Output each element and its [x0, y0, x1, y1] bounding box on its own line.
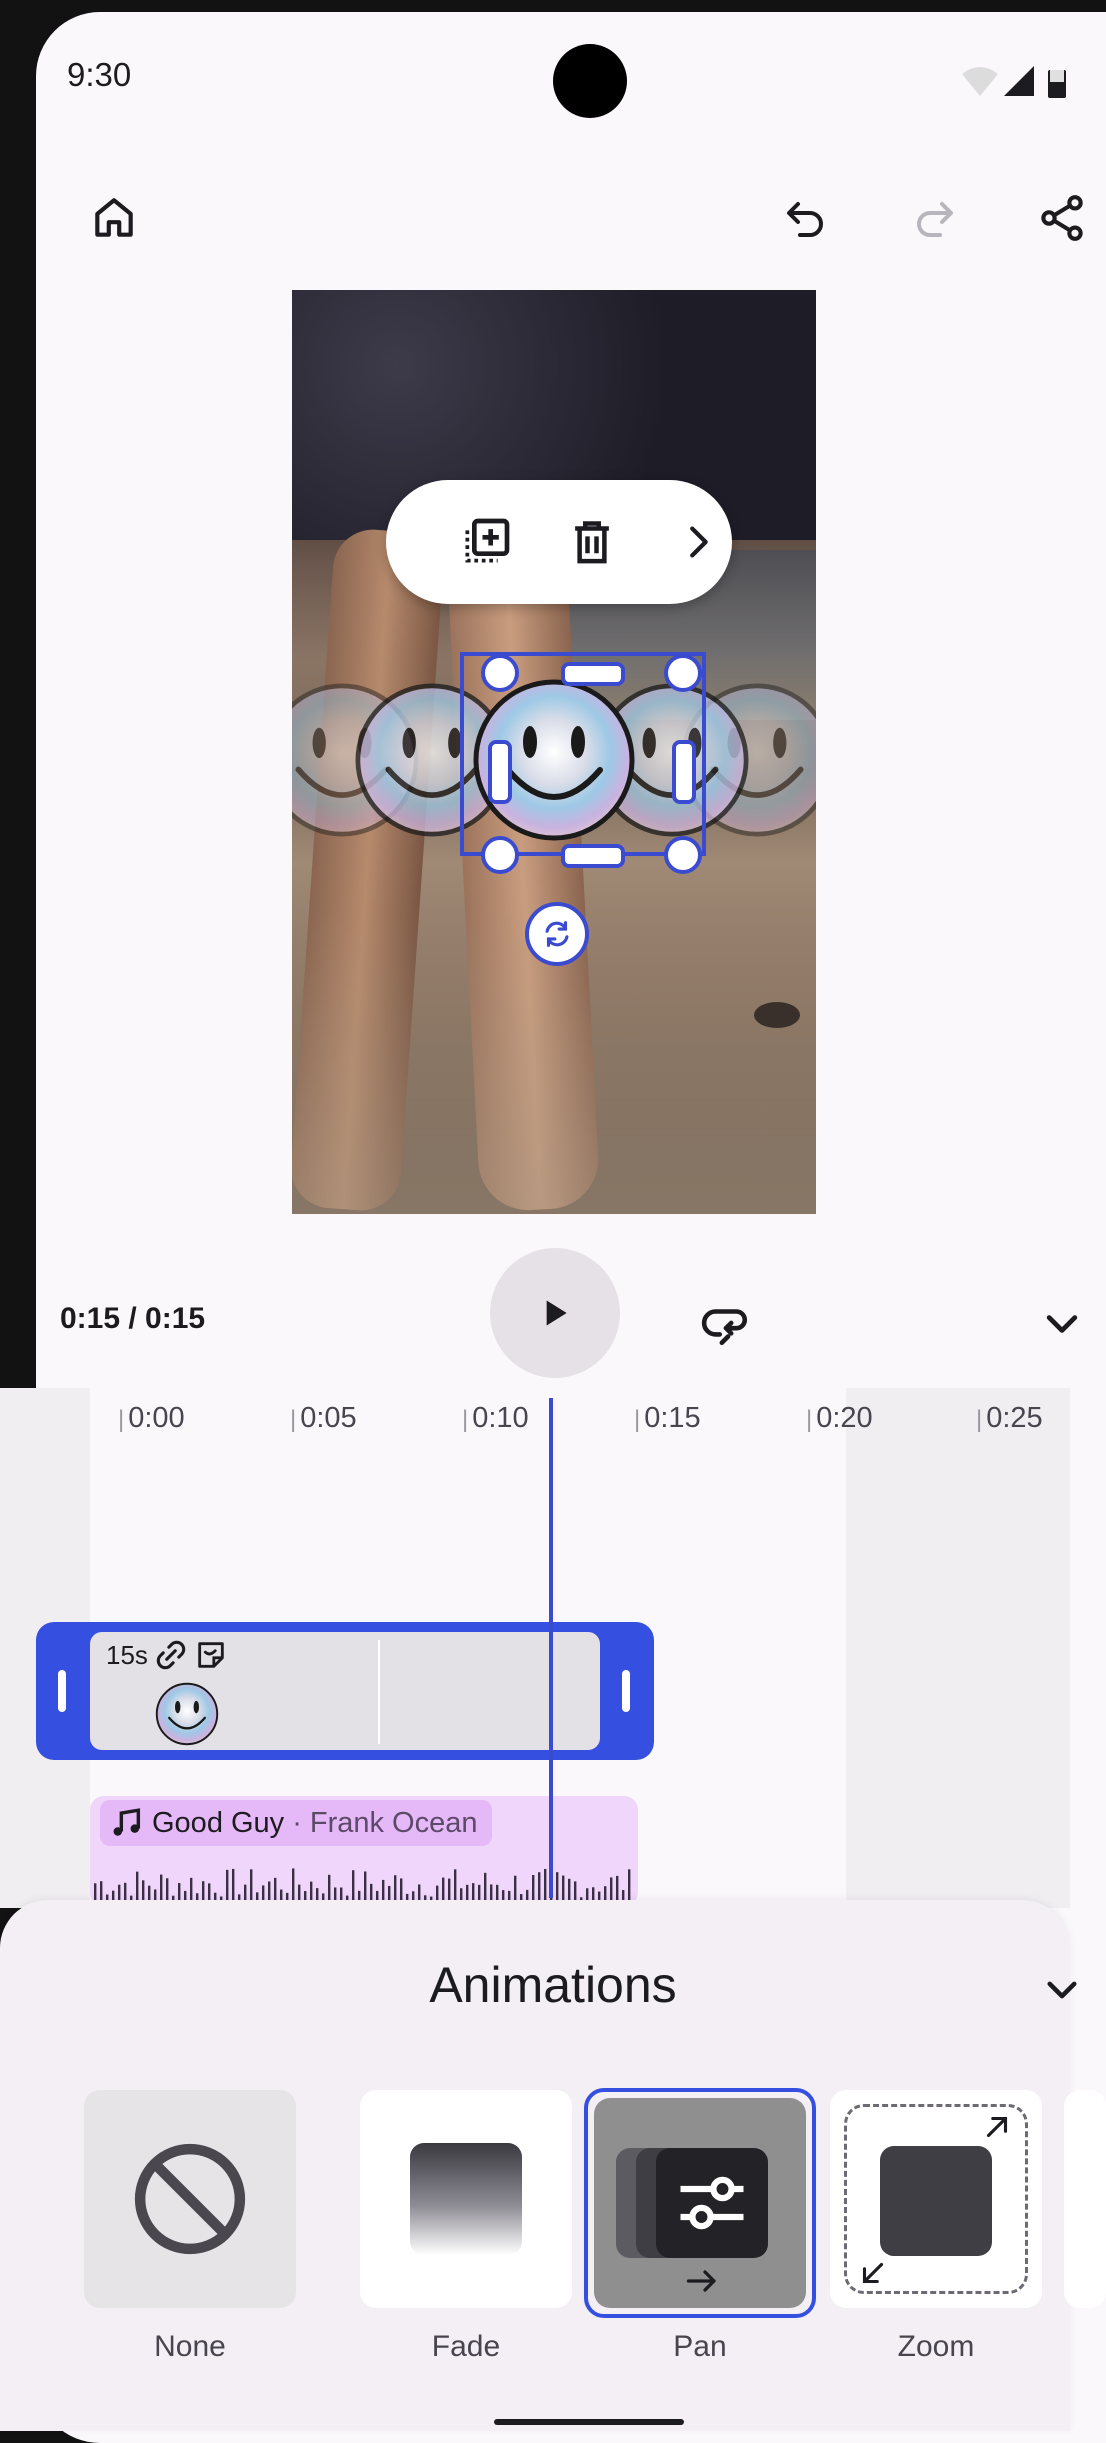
timeline-tick: 0:05	[290, 1402, 356, 1435]
clip-thumbnail	[155, 1682, 219, 1746]
home-button[interactable]	[82, 186, 146, 250]
animation-option-fade[interactable]	[360, 2090, 572, 2308]
tune-icon	[680, 2176, 744, 2230]
zoom-preview-icon	[880, 2146, 992, 2256]
delete-button[interactable]	[560, 510, 624, 574]
clip-divider	[378, 1640, 380, 1744]
share-icon	[1041, 195, 1083, 241]
status-time: 9:30	[67, 56, 132, 93]
clip-trim-handle-end[interactable]	[622, 1670, 630, 1712]
timeline-tick: 0:15	[634, 1402, 700, 1435]
chevron-down-icon	[1046, 1315, 1078, 1333]
playhead[interactable]	[549, 1398, 553, 1898]
rotate-handle[interactable]	[525, 902, 589, 966]
redo-button[interactable]	[902, 186, 966, 250]
audio-track-label: Good Guy · Frank Ocean	[100, 1800, 492, 1846]
close-sheet-button[interactable]	[1030, 1958, 1094, 2022]
arrow-down-left-icon	[862, 2262, 884, 2284]
collapse-timeline-button[interactable]	[1032, 1292, 1092, 1356]
signal-icon	[1004, 66, 1034, 96]
artist-separator: ·	[292, 1806, 302, 1839]
animation-label-none: None	[154, 2330, 226, 2363]
resize-handle[interactable]	[481, 836, 519, 874]
fade-preview-icon	[410, 2143, 522, 2255]
resize-handle[interactable]	[664, 654, 702, 692]
resize-handle[interactable]	[481, 654, 519, 692]
animation-label-fade: Fade	[431, 2330, 501, 2363]
arrow-up-right-icon	[986, 2116, 1008, 2138]
clip-info: 15s	[106, 1638, 228, 1672]
home-icon	[95, 198, 133, 237]
sheet-title: Animations	[429, 1957, 677, 2013]
song-title: Good Guy	[152, 1806, 285, 1839]
undo-icon	[787, 202, 823, 237]
status-icons	[962, 66, 1066, 98]
gesture-home-indicator	[494, 2419, 684, 2425]
animation-option-zoom[interactable]	[830, 2090, 1042, 2308]
play-button[interactable]	[490, 1248, 620, 1378]
resize-handle[interactable]	[488, 740, 512, 804]
music-note-icon	[113, 1808, 141, 1836]
undo-button[interactable]	[774, 186, 838, 250]
wifi-icon	[962, 67, 998, 96]
block-icon	[134, 2143, 246, 2255]
loop-button[interactable]	[694, 1292, 758, 1356]
clip-trim-handle-start[interactable]	[58, 1670, 66, 1712]
more-options-button[interactable]	[666, 510, 730, 574]
play-icon	[546, 1300, 567, 1326]
artist-name: Frank Ocean	[309, 1806, 478, 1839]
chevron-down-icon	[1047, 1981, 1077, 1999]
resize-handle[interactable]	[672, 740, 696, 804]
timecode: 0:15 / 0:15	[60, 1302, 206, 1335]
background-pebble	[754, 1002, 800, 1028]
timeline-tick: 0:25	[976, 1402, 1042, 1435]
timeline-tick: 0:10	[462, 1402, 528, 1435]
duplicate-button[interactable]	[454, 510, 518, 574]
animation-option-next[interactable]	[1064, 2090, 1106, 2308]
clip-duration: 15s	[106, 1639, 148, 1670]
sticker-icon	[198, 1642, 224, 1668]
redo-icon	[917, 202, 953, 237]
animation-label-pan: Pan	[673, 2330, 727, 2363]
resize-handle[interactable]	[561, 844, 625, 868]
rotate-icon	[545, 921, 569, 947]
arrow-right-icon	[686, 2270, 716, 2292]
link-icon	[156, 1640, 186, 1670]
timeline-tick: 0:20	[806, 1402, 872, 1435]
animation-option-none[interactable]	[84, 2090, 296, 2308]
resize-handle[interactable]	[561, 662, 625, 686]
settings-card	[656, 2148, 768, 2258]
animation-option-pan[interactable]	[594, 2098, 806, 2308]
chevron-right-icon	[690, 526, 708, 558]
timeline-tick: 0:00	[118, 1402, 184, 1435]
animation-label-zoom: Zoom	[897, 2330, 975, 2363]
delete-icon	[575, 521, 609, 564]
camera-cutout	[553, 44, 627, 118]
resize-handle[interactable]	[664, 836, 702, 874]
duplicate-icon	[465, 518, 510, 563]
loop-icon	[701, 1309, 747, 1346]
share-button[interactable]	[1032, 186, 1092, 250]
